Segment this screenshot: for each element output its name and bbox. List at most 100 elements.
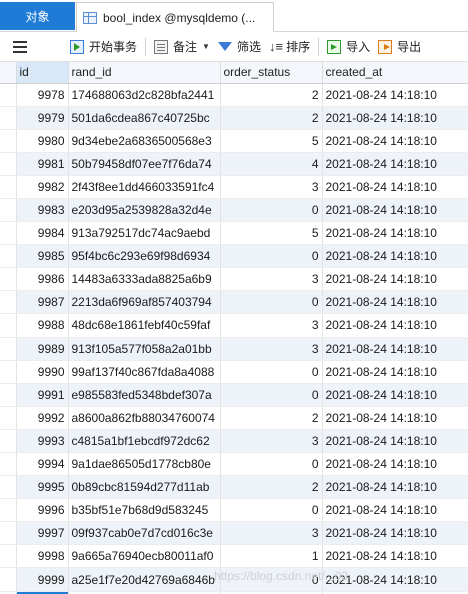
cell-rand-id[interactable]: 09f937cab0e7d7cd016c3e xyxy=(68,521,221,546)
row-indicator[interactable] xyxy=(0,175,17,199)
cell-id[interactable]: 9992 xyxy=(16,406,69,430)
row-indicator[interactable] xyxy=(0,360,17,384)
table-row[interactable]: 9990 99af137f40c867fda8a4088 0 2021-08-24 1… xyxy=(0,360,468,384)
cell-rand-id[interactable]: 913f105a577f058a2a01bb xyxy=(68,337,221,361)
table-row[interactable]: 9994 9a1dae86505d1778cb80e 0 2021-08-24 14:… xyxy=(0,452,468,477)
table-row[interactable]: 9984 913a792517dc74ac9aebd 5 2021-08-24 14:… xyxy=(0,221,468,246)
cell-rand-id[interactable]: c4815a1bf1ebcdf972dc62 xyxy=(68,429,221,454)
column-header-id[interactable]: id xyxy=(16,62,69,84)
cell-created-at[interactable]: 2021-08-24 14:18:10 xyxy=(322,313,468,338)
cell-id[interactable]: 9980 xyxy=(16,129,69,153)
table-row[interactable]: 9987 2213da6f969af857403794 0 2021-08-24 14… xyxy=(0,290,468,315)
cell-rand-id[interactable]: 913a792517dc74ac9aebd xyxy=(68,221,221,246)
cell-rand-id[interactable]: 99af137f40c867fda8a4088 xyxy=(68,360,221,384)
column-header-created-at[interactable]: created_at xyxy=(322,62,468,84)
begin-transaction-button[interactable]: 开始事务 xyxy=(66,35,141,59)
cell-created-at[interactable]: 2021-08-24 14:18:10 xyxy=(322,567,468,592)
table-row[interactable]: 9998 9a665a76940ecb80011af0 1 2021-08-24 14… xyxy=(0,544,468,569)
cell-created-at[interactable]: 2021-08-24 14:18:10 xyxy=(322,244,468,269)
cell-id[interactable]: 9979 xyxy=(16,106,69,130)
cell-created-at[interactable]: 2021-08-24 14:18:10 xyxy=(322,337,468,361)
table-row[interactable]: 9981 50b79458df07ee7f76da74 4 2021-08-24 14… xyxy=(0,152,468,176)
row-indicator[interactable] xyxy=(0,221,17,246)
cell-id[interactable]: 9988 xyxy=(16,313,69,338)
cell-id[interactable]: 9994 xyxy=(16,452,69,477)
cell-id[interactable]: 9986 xyxy=(16,267,69,292)
cell-rand-id[interactable]: 174688063d2c828bfa2441 xyxy=(68,83,221,107)
cell-id[interactable]: 9999 xyxy=(16,567,69,592)
note-button[interactable]: 备注 ▼ xyxy=(150,35,214,59)
cell-created-at[interactable]: 2021-08-24 14:18:10 xyxy=(322,175,468,199)
cell-created-at[interactable]: 2021-08-24 14:18:10 xyxy=(322,129,468,153)
cell-rand-id[interactable]: b35bf51e7b68d9d583245 xyxy=(68,498,221,523)
cell-rand-id[interactable]: 2213da6f969af857403794 xyxy=(68,290,221,315)
table-row[interactable]: 9982 2f43f8ee1dd466033591fc4 3 2021-08-24 1… xyxy=(0,175,468,199)
cell-order-status[interactable]: 0 xyxy=(220,198,323,223)
cell-id[interactable]: 9985 xyxy=(16,244,69,269)
cell-created-at[interactable]: 2021-08-24 14:18:10 xyxy=(322,521,468,546)
table-row[interactable]: 9997 09f937cab0e7d7cd016c3e 3 2021-08-24 14… xyxy=(0,521,468,546)
cell-rand-id[interactable]: 0b89cbc81594d277d11ab xyxy=(68,475,221,500)
cell-order-status[interactable]: 0 xyxy=(220,290,323,315)
row-indicator[interactable] xyxy=(0,152,17,176)
cell-created-at[interactable]: 2021-08-24 14:18:10 xyxy=(322,406,468,430)
cell-rand-id[interactable]: 9a665a76940ecb80011af0 xyxy=(68,544,221,569)
cell-order-status[interactable]: 0 xyxy=(220,360,323,384)
cell-order-status[interactable]: 0 xyxy=(220,498,323,523)
row-indicator[interactable] xyxy=(0,452,17,477)
cell-order-status[interactable]: 2 xyxy=(220,406,323,430)
tab-bool-index[interactable]: bool_index @mysqldemo (... xyxy=(76,2,274,32)
cell-created-at[interactable]: 2021-08-24 14:18:10 xyxy=(322,106,468,130)
cell-created-at[interactable]: 2021-08-24 14:18:10 xyxy=(322,152,468,176)
row-indicator[interactable] xyxy=(0,521,17,546)
cell-created-at[interactable]: 2021-08-24 14:18:10 xyxy=(322,198,468,223)
cell-created-at[interactable]: 2021-08-24 14:18:10 xyxy=(322,267,468,292)
table-row[interactable]: 9991 e985583fed5348bdef307a 0 2021-08-24 14… xyxy=(0,383,468,407)
table-row[interactable]: 9996 b35bf51e7b68d9d583245 0 2021-08-24 14:… xyxy=(0,498,468,523)
table-row[interactable]: 9985 95f4bc6c293e69f98d6934 0 2021-08-24 14… xyxy=(0,244,468,269)
cell-order-status[interactable]: 0 xyxy=(220,383,323,407)
cell-order-status[interactable]: 0 xyxy=(220,567,323,592)
cell-order-status[interactable]: 4 xyxy=(220,152,323,176)
cell-order-status[interactable]: 3 xyxy=(220,267,323,292)
cell-rand-id[interactable]: 501da6cdea867c40725bc xyxy=(68,106,221,130)
cell-id[interactable]: 9983 xyxy=(16,198,69,223)
cell-id[interactable]: 9996 xyxy=(16,498,69,523)
cell-order-status[interactable]: 2 xyxy=(220,83,323,107)
table-row[interactable]: 9989 913f105a577f058a2a01bb 3 2021-08-24 14… xyxy=(0,337,468,361)
cell-rand-id[interactable]: 9a1dae86505d1778cb80e xyxy=(68,452,221,477)
row-indicator[interactable] xyxy=(0,106,17,130)
table-row[interactable]: 9979 501da6cdea867c40725bc 2 2021-08-24 14:… xyxy=(0,106,468,130)
cell-id[interactable]: 9989 xyxy=(16,337,69,361)
cell-id[interactable]: 9987 xyxy=(16,290,69,315)
cell-created-at[interactable]: 2021-08-24 14:18:10 xyxy=(322,544,468,569)
cell-id[interactable]: 9984 xyxy=(16,221,69,246)
row-indicator[interactable] xyxy=(0,129,17,153)
cell-id[interactable]: 9993 xyxy=(16,429,69,454)
cell-id[interactable]: 9995 xyxy=(16,475,69,500)
cell-rand-id[interactable]: 14483a6333ada8825a6b9 xyxy=(68,267,221,292)
menu-icon[interactable] xyxy=(10,35,30,59)
cell-order-status[interactable]: 3 xyxy=(220,521,323,546)
cell-id[interactable]: 9982 xyxy=(16,175,69,199)
cell-created-at[interactable]: 2021-08-24 14:18:10 xyxy=(322,475,468,500)
table-row[interactable]: 9983 e203d95a2539828a32d4e 0 2021-08-24 14:… xyxy=(0,198,468,223)
row-indicator[interactable] xyxy=(0,337,17,361)
cell-id[interactable]: 9991 xyxy=(16,383,69,407)
cell-rand-id[interactable]: a25e1f7e20d42769a6846b xyxy=(68,567,221,592)
row-indicator[interactable] xyxy=(0,244,17,269)
filter-button[interactable]: 筛选 xyxy=(214,35,265,59)
row-indicator[interactable] xyxy=(0,475,17,500)
cell-order-status[interactable]: 2 xyxy=(220,475,323,500)
row-indicator[interactable] xyxy=(0,406,17,430)
column-header-order-status[interactable]: order_status xyxy=(220,62,323,84)
cell-created-at[interactable]: 2021-08-24 14:18:10 xyxy=(322,452,468,477)
cell-id[interactable]: 9998 xyxy=(16,544,69,569)
cell-order-status[interactable]: 3 xyxy=(220,337,323,361)
cell-order-status[interactable]: 1 xyxy=(220,544,323,569)
cell-id[interactable]: 9990 xyxy=(16,360,69,384)
tab-objects[interactable]: 对象 xyxy=(0,2,75,30)
row-indicator[interactable] xyxy=(0,567,17,592)
cell-created-at[interactable]: 2021-08-24 14:18:10 xyxy=(322,221,468,246)
cell-order-status[interactable]: 3 xyxy=(220,175,323,199)
